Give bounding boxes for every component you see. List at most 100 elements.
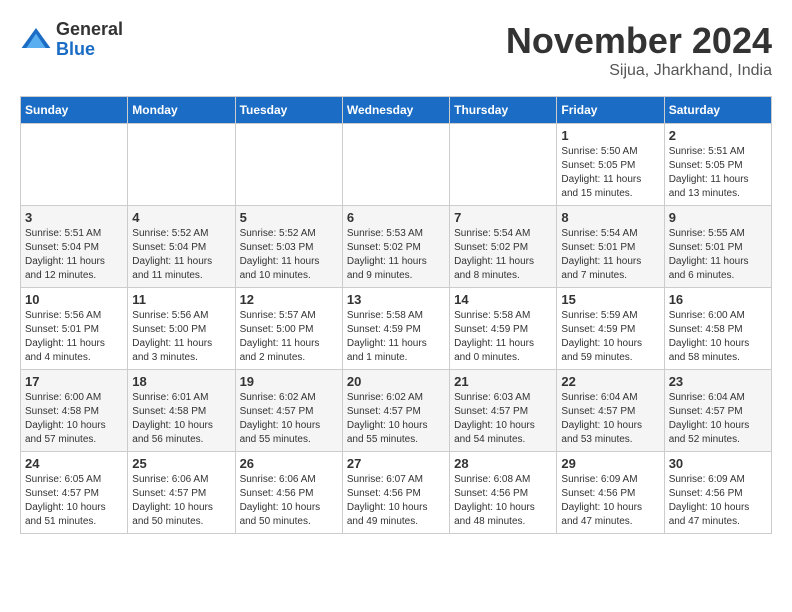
day-info: Sunrise: 6:09 AM Sunset: 4:56 PM Dayligh…	[561, 473, 659, 529]
day-cell: 28 Sunrise: 6:08 AM Sunset: 4:56 PM Dayli…	[450, 452, 557, 534]
day-cell	[21, 124, 128, 206]
day-number: 14	[454, 292, 552, 307]
week-row-2: 3Sunrise: 5:51 AM Sunset: 5:04 PM Daylig…	[21, 206, 772, 288]
day-cell: 4 Sunrise: 5:52 AM Sunset: 5:04 PM Daylig…	[128, 206, 235, 288]
day-cell: 3Sunrise: 5:51 AM Sunset: 5:04 PM Daylig…	[21, 206, 128, 288]
week-row-3: 10Sunrise: 5:56 AM Sunset: 5:01 PM Dayli…	[21, 288, 772, 370]
day-info: Sunrise: 6:08 AM Sunset: 4:56 PM Dayligh…	[454, 473, 552, 529]
day-info: Sunrise: 5:58 AM Sunset: 4:59 PM Dayligh…	[454, 309, 552, 365]
day-info: Sunrise: 6:02 AM Sunset: 4:57 PM Dayligh…	[240, 391, 338, 447]
day-info: Sunrise: 6:03 AM Sunset: 4:57 PM Dayligh…	[454, 391, 552, 447]
day-cell: 13Sunrise: 5:58 AM Sunset: 4:59 PM Dayli…	[342, 288, 449, 370]
day-cell: 14 Sunrise: 5:58 AM Sunset: 4:59 PM Dayli…	[450, 288, 557, 370]
day-number: 6	[347, 210, 445, 225]
day-cell: 15 Sunrise: 5:59 AM Sunset: 4:59 PM Dayli…	[557, 288, 664, 370]
day-info: Sunrise: 5:54 AM Sunset: 5:01 PM Dayligh…	[561, 227, 659, 283]
day-number: 27	[347, 456, 445, 471]
day-number: 20	[347, 374, 445, 389]
day-number: 24	[25, 456, 123, 471]
month-title: November 2024	[506, 20, 772, 62]
header-thursday: Thursday	[450, 97, 557, 124]
day-cell: 9 Sunrise: 5:55 AM Sunset: 5:01 PM Daylig…	[664, 206, 771, 288]
day-cell: 6 Sunrise: 5:53 AM Sunset: 5:02 PM Daylig…	[342, 206, 449, 288]
day-info: Sunrise: 6:01 AM Sunset: 4:58 PM Dayligh…	[132, 391, 230, 447]
day-info: Sunrise: 5:55 AM Sunset: 5:01 PM Dayligh…	[669, 227, 767, 283]
day-cell	[342, 124, 449, 206]
day-number: 7	[454, 210, 552, 225]
day-cell: 18 Sunrise: 6:01 AM Sunset: 4:58 PM Dayli…	[128, 370, 235, 452]
week-row-5: 24 Sunrise: 6:05 AM Sunset: 4:57 PM Dayli…	[21, 452, 772, 534]
day-number: 18	[132, 374, 230, 389]
day-info: Sunrise: 5:53 AM Sunset: 5:02 PM Dayligh…	[347, 227, 445, 283]
day-cell: 20 Sunrise: 6:02 AM Sunset: 4:57 PM Dayli…	[342, 370, 449, 452]
day-cell: 21Sunrise: 6:03 AM Sunset: 4:57 PM Dayli…	[450, 370, 557, 452]
calendar-header-row: SundayMondayTuesdayWednesdayThursdayFrid…	[21, 97, 772, 124]
day-info: Sunrise: 5:51 AM Sunset: 5:04 PM Dayligh…	[25, 227, 123, 283]
day-info: Sunrise: 6:02 AM Sunset: 4:57 PM Dayligh…	[347, 391, 445, 447]
day-number: 23	[669, 374, 767, 389]
header-wednesday: Wednesday	[342, 97, 449, 124]
day-number: 12	[240, 292, 338, 307]
day-info: Sunrise: 5:57 AM Sunset: 5:00 PM Dayligh…	[240, 309, 338, 365]
logo-icon	[20, 24, 52, 56]
day-cell: 22Sunrise: 6:04 AM Sunset: 4:57 PM Dayli…	[557, 370, 664, 452]
day-info: Sunrise: 5:52 AM Sunset: 5:04 PM Dayligh…	[132, 227, 230, 283]
week-row-4: 17 Sunrise: 6:00 AM Sunset: 4:58 PM Dayli…	[21, 370, 772, 452]
header-friday: Friday	[557, 97, 664, 124]
day-cell: 11 Sunrise: 5:56 AM Sunset: 5:00 PM Dayli…	[128, 288, 235, 370]
header-tuesday: Tuesday	[235, 97, 342, 124]
day-number: 1	[561, 128, 659, 143]
day-number: 30	[669, 456, 767, 471]
day-info: Sunrise: 5:52 AM Sunset: 5:03 PM Dayligh…	[240, 227, 338, 283]
day-number: 25	[132, 456, 230, 471]
day-number: 16	[669, 292, 767, 307]
day-info: Sunrise: 5:50 AM Sunset: 5:05 PM Dayligh…	[561, 145, 659, 201]
day-info: Sunrise: 5:59 AM Sunset: 4:59 PM Dayligh…	[561, 309, 659, 365]
day-cell: 10Sunrise: 5:56 AM Sunset: 5:01 PM Dayli…	[21, 288, 128, 370]
day-cell: 29Sunrise: 6:09 AM Sunset: 4:56 PM Dayli…	[557, 452, 664, 534]
day-number: 8	[561, 210, 659, 225]
logo-blue: Blue	[56, 40, 123, 60]
day-number: 4	[132, 210, 230, 225]
day-info: Sunrise: 5:51 AM Sunset: 5:05 PM Dayligh…	[669, 145, 767, 201]
day-cell	[450, 124, 557, 206]
day-info: Sunrise: 6:09 AM Sunset: 4:56 PM Dayligh…	[669, 473, 767, 529]
day-info: Sunrise: 5:54 AM Sunset: 5:02 PM Dayligh…	[454, 227, 552, 283]
day-cell	[128, 124, 235, 206]
location-subtitle: Sijua, Jharkhand, India	[506, 62, 772, 80]
day-cell: 7 Sunrise: 5:54 AM Sunset: 5:02 PM Daylig…	[450, 206, 557, 288]
day-info: Sunrise: 6:00 AM Sunset: 4:58 PM Dayligh…	[25, 391, 123, 447]
day-number: 19	[240, 374, 338, 389]
day-number: 5	[240, 210, 338, 225]
day-number: 28	[454, 456, 552, 471]
day-cell: 2 Sunrise: 5:51 AM Sunset: 5:05 PM Daylig…	[664, 124, 771, 206]
day-cell: 1 Sunrise: 5:50 AM Sunset: 5:05 PM Daylig…	[557, 124, 664, 206]
day-cell: 12 Sunrise: 5:57 AM Sunset: 5:00 PM Dayli…	[235, 288, 342, 370]
day-info: Sunrise: 6:04 AM Sunset: 4:57 PM Dayligh…	[669, 391, 767, 447]
day-number: 2	[669, 128, 767, 143]
day-cell: 17 Sunrise: 6:00 AM Sunset: 4:58 PM Dayli…	[21, 370, 128, 452]
day-number: 10	[25, 292, 123, 307]
day-number: 17	[25, 374, 123, 389]
day-cell: 30 Sunrise: 6:09 AM Sunset: 4:56 PM Dayli…	[664, 452, 771, 534]
page-header: General Blue November 2024 Sijua, Jharkh…	[20, 20, 772, 80]
day-cell: 26Sunrise: 6:06 AM Sunset: 4:56 PM Dayli…	[235, 452, 342, 534]
day-number: 15	[561, 292, 659, 307]
calendar-table: SundayMondayTuesdayWednesdayThursdayFrid…	[20, 96, 772, 534]
day-cell: 24 Sunrise: 6:05 AM Sunset: 4:57 PM Dayli…	[21, 452, 128, 534]
day-info: Sunrise: 6:05 AM Sunset: 4:57 PM Dayligh…	[25, 473, 123, 529]
day-cell	[235, 124, 342, 206]
day-number: 9	[669, 210, 767, 225]
day-cell: 25Sunrise: 6:06 AM Sunset: 4:57 PM Dayli…	[128, 452, 235, 534]
day-number: 11	[132, 292, 230, 307]
day-cell: 27 Sunrise: 6:07 AM Sunset: 4:56 PM Dayli…	[342, 452, 449, 534]
day-cell: 5 Sunrise: 5:52 AM Sunset: 5:03 PM Daylig…	[235, 206, 342, 288]
day-cell: 16 Sunrise: 6:00 AM Sunset: 4:58 PM Dayli…	[664, 288, 771, 370]
header-monday: Monday	[128, 97, 235, 124]
day-info: Sunrise: 6:04 AM Sunset: 4:57 PM Dayligh…	[561, 391, 659, 447]
day-info: Sunrise: 6:06 AM Sunset: 4:56 PM Dayligh…	[240, 473, 338, 529]
day-cell: 23 Sunrise: 6:04 AM Sunset: 4:57 PM Dayli…	[664, 370, 771, 452]
day-info: Sunrise: 5:56 AM Sunset: 5:00 PM Dayligh…	[132, 309, 230, 365]
day-info: Sunrise: 6:07 AM Sunset: 4:56 PM Dayligh…	[347, 473, 445, 529]
day-info: Sunrise: 6:00 AM Sunset: 4:58 PM Dayligh…	[669, 309, 767, 365]
